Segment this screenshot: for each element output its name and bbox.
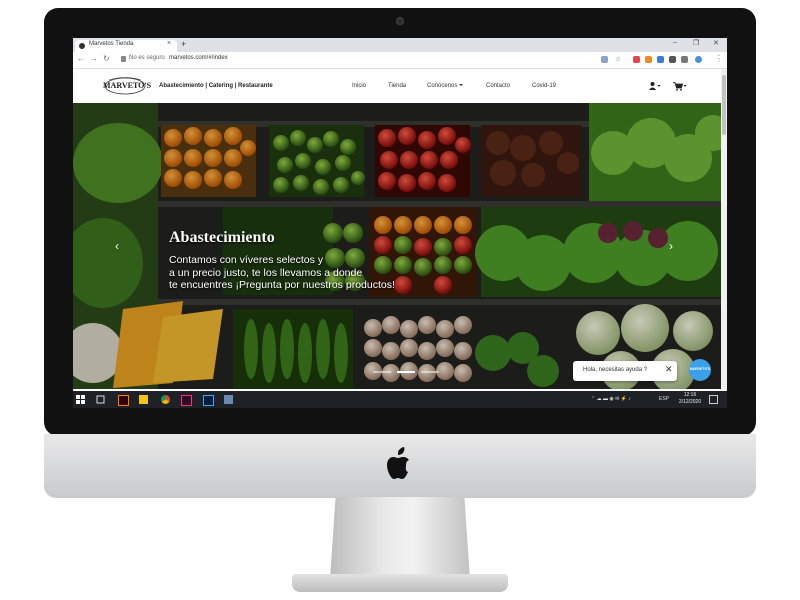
- monitor-stand: [330, 497, 470, 579]
- system-tray-icons[interactable]: ⌃ ☁ ▬ ◉ ✉ ⚡ ♪: [591, 396, 631, 402]
- forward-arrow-icon[interactable]: →: [90, 54, 98, 63]
- url-input[interactable]: marvetos.com/#/index: [169, 55, 228, 61]
- tab-title: Marvetos Tienda: [89, 41, 134, 47]
- hero-description: Contamos con víveres selectos y a un pre…: [169, 254, 429, 292]
- nav-link-conocenos[interactable]: Conócenos: [427, 83, 464, 89]
- app-icon[interactable]: [224, 395, 233, 404]
- close-window-button[interactable]: ✕: [713, 39, 719, 47]
- scrollbar-thumb[interactable]: [722, 75, 726, 135]
- nav-link-inicio[interactable]: Inicio: [352, 83, 366, 89]
- nav-link-contacto[interactable]: Contacto: [486, 83, 510, 89]
- hero-carousel: ‹ › Abastecimiento Contamos con víveres …: [73, 103, 721, 389]
- webcam: [396, 17, 404, 25]
- extension-icon[interactable]: [669, 56, 676, 63]
- logo-text[interactable]: MARVETO'S: [103, 81, 151, 90]
- extension-icon[interactable]: [657, 56, 664, 63]
- maximize-button[interactable]: ❐: [693, 39, 699, 47]
- chat-message: Hola, necesitas ayuda ?: [583, 367, 648, 373]
- file-explorer-icon[interactable]: [139, 395, 148, 404]
- cart-icon[interactable]: [673, 82, 687, 91]
- clock[interactable]: 12:16 2/12/2020: [676, 392, 704, 406]
- translate-icon[interactable]: [601, 56, 608, 63]
- warning-icon[interactable]: [121, 56, 126, 62]
- carousel-indicator[interactable]: [421, 371, 439, 373]
- task-view-icon[interactable]: [96, 395, 105, 404]
- apple-logo: [387, 447, 409, 479]
- hero-text-line: a un precio justo, te los llevamos a don…: [169, 266, 363, 279]
- reload-icon[interactable]: ↻: [103, 54, 110, 63]
- extension-icon[interactable]: [633, 56, 640, 63]
- new-tab-button[interactable]: +: [181, 39, 186, 49]
- clock-time: 12:16: [683, 392, 697, 398]
- monitor-base: [292, 574, 508, 592]
- clock-date: 2/12/2020: [678, 399, 702, 405]
- chat-popup: Hola, necesitas ayuda ? ✕: [573, 361, 677, 381]
- hero-title: Abastecimiento: [169, 229, 275, 246]
- chrome-icon[interactable]: [161, 395, 170, 404]
- indesign-icon[interactable]: [181, 395, 192, 406]
- taskbar: ⌃ ☁ ▬ ◉ ✉ ⚡ ♪ ESP 12:16 2/12/2020: [73, 391, 727, 408]
- puzzle-icon[interactable]: [681, 56, 688, 63]
- screen: Marvetos Tienda × + – ❐ ✕ ← → ↻ No es se…: [73, 38, 727, 408]
- nav-link-conocenos-label: Conócenos: [427, 83, 458, 89]
- illustrator-icon[interactable]: [118, 395, 129, 406]
- hero-text-line: Contamos con víveres selectos y: [169, 254, 324, 266]
- carousel-prev-arrow-icon[interactable]: ‹: [115, 239, 119, 253]
- chevron-down-icon: [459, 84, 464, 87]
- browser-tab-bar: Marvetos Tienda × + – ❐ ✕: [73, 38, 727, 52]
- photoshop-icon[interactable]: [203, 395, 214, 406]
- profile-icon[interactable]: [695, 56, 702, 63]
- back-arrow-icon[interactable]: ←: [77, 54, 85, 63]
- nav-link-tienda[interactable]: Tienda: [388, 83, 406, 89]
- windows-start-icon[interactable]: [76, 395, 85, 404]
- tab-close-icon[interactable]: ×: [167, 40, 171, 47]
- nav-link-covid[interactable]: Covid-19: [532, 83, 556, 89]
- notifications-icon[interactable]: [709, 395, 718, 404]
- minimize-button[interactable]: –: [673, 39, 677, 46]
- chat-close-icon[interactable]: ✕: [665, 364, 673, 375]
- url-security-label[interactable]: No es seguro: [129, 55, 165, 61]
- hero-text-line: te encuentres ¡Pregunta por nuestros pro…: [169, 279, 395, 291]
- carousel-indicator[interactable]: [373, 371, 391, 373]
- user-icon[interactable]: [649, 82, 661, 90]
- browser-tab[interactable]: Marvetos Tienda ×: [75, 40, 177, 52]
- carousel-next-arrow-icon[interactable]: ›: [669, 239, 673, 253]
- chat-button[interactable]: MARVETO'S: [689, 359, 711, 381]
- page-scrollbar[interactable]: [721, 69, 727, 389]
- site-tagline: Abastecimiento | Catering | Restaurante: [159, 83, 273, 89]
- site-favicon-icon: [79, 43, 85, 49]
- address-bar: ← → ↻ No es seguro marvetos.com/#/index …: [73, 52, 727, 69]
- carousel-indicator-active[interactable]: [397, 371, 415, 373]
- extension-icon[interactable]: [645, 56, 652, 63]
- menu-kebab-icon[interactable]: ⋮: [715, 54, 723, 63]
- language-indicator[interactable]: ESP: [659, 396, 669, 402]
- site-header: MARVETO'S Abastecimiento | Catering | Re…: [73, 69, 727, 103]
- chat-button-logo: MARVETO'S: [689, 367, 711, 371]
- bookmark-star-icon[interactable]: ☆: [615, 55, 621, 63]
